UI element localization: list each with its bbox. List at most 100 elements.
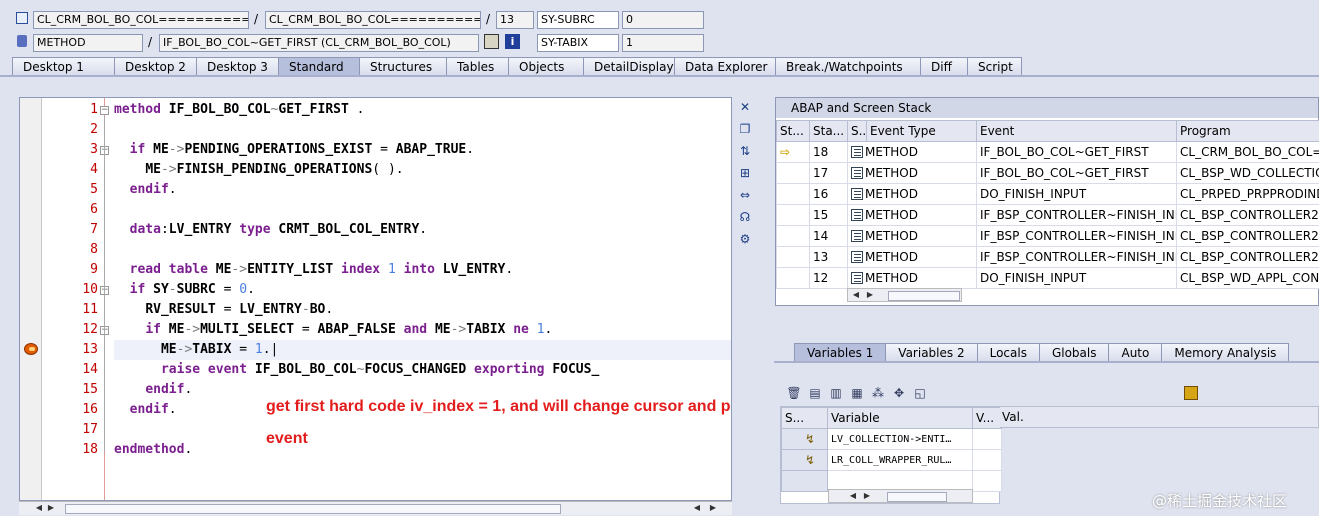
stack-level: 17 <box>809 162 848 184</box>
program-field[interactable]: CL_CRM_BOL_BO_COL============… <box>33 11 249 29</box>
scroll-left-icon[interactable]: ◀ <box>691 502 703 514</box>
insert-col-icon[interactable]: ▥ <box>828 385 844 401</box>
tab-globals[interactable]: Globals <box>1038 343 1110 362</box>
variables-table: S... Variable V... ↯ LV_COLLECTION->ENTI… <box>781 407 1002 492</box>
table-row[interactable]: 14 METHOD IF_BSP_CONTROLLER~FINISH_INP… … <box>776 225 1319 247</box>
table-row[interactable]: 17 METHOD IF_BOL_BO_COL~GET_FIRST CL_BSP… <box>776 162 1319 184</box>
tab-memory-analysis[interactable]: Memory Analysis <box>1161 343 1290 362</box>
delete-row-icon[interactable]: ▦ <box>849 385 865 401</box>
table-row[interactable]: 12 METHOD DO_FINISH_INPUT CL_BSP_WD_APPL… <box>776 267 1319 289</box>
scroll-right-icon[interactable]: ▶ <box>861 490 873 502</box>
scroll-right-icon[interactable]: ▶ <box>864 289 876 301</box>
watermark: @稀土掘金技术社区 <box>1152 492 1288 510</box>
source-editor[interactable]: 1 2 3 4 5 6 7 8 9 10 11 12 13 14 15 16 1… <box>19 97 732 501</box>
variable-name-field-2[interactable]: SY-TABIX <box>537 34 619 52</box>
maximize-icon[interactable]: ⊞ <box>737 165 753 181</box>
services-icon[interactable]: ☊ <box>737 209 753 225</box>
variable-name[interactable]: LV_COLLECTION->ENTI… <box>827 428 973 450</box>
tab-desktop-2[interactable]: Desktop 2 <box>114 57 197 76</box>
code-line: endif. <box>129 182 177 197</box>
code-line: RV_RESULT = LV_ENTRY-BO. <box>145 302 334 317</box>
variable-value-field-1[interactable]: 0 <box>622 11 704 29</box>
method-icon <box>851 272 863 284</box>
table-row[interactable]: 16 METHOD DO_FINISH_INPUT CL_PRPED_PRPPR… <box>776 183 1319 205</box>
stack-header-row: St... Sta... S.. Event Type Event Progra… <box>776 120 1319 142</box>
current-position-arrow-icon: ⇨ <box>780 145 791 159</box>
open-icon[interactable]: ◱ <box>912 385 928 401</box>
tab-breakpoints[interactable]: Break./Watchpoints <box>775 57 921 76</box>
variables-hscrollbar[interactable]: ◀ ▶ <box>828 489 973 503</box>
variable-value-field-2[interactable]: 1 <box>622 34 704 52</box>
scroll-right-icon[interactable]: ▶ <box>707 502 719 514</box>
tab-variables-1[interactable]: Variables 1 <box>794 343 887 362</box>
tab-locals[interactable]: Locals <box>976 343 1040 362</box>
tab-standard[interactable]: Standard <box>278 57 360 76</box>
table-row[interactable]: ↯ LV_COLLECTION->ENTI… <box>781 428 1002 450</box>
variable-type-icon: ↯ <box>805 453 816 467</box>
program-name: CL_BSP_CONTROLLER2= <box>1176 225 1319 247</box>
save-icon[interactable] <box>1184 386 1198 400</box>
scroll-thumb[interactable] <box>65 504 561 514</box>
tab-objects[interactable]: Objects <box>508 57 584 76</box>
resize-icon[interactable]: ⇔ <box>737 187 753 203</box>
scroll-right-icon[interactable]: ▶ <box>45 502 57 514</box>
navigate-icon[interactable]: ✥ <box>891 385 907 401</box>
tab-structures[interactable]: Structures <box>359 57 447 76</box>
close-icon[interactable]: ✕ <box>737 99 753 115</box>
scroll-left-icon[interactable]: ◀ <box>847 490 859 502</box>
tab-diff[interactable]: Diff <box>920 57 968 76</box>
column-header[interactable]: Sta... <box>809 120 848 142</box>
program-name: CL_BSP_WD_APPL_CON… <box>1176 267 1319 289</box>
column-header[interactable]: St... <box>776 120 810 142</box>
editor-hscrollbar[interactable]: ◀ ▶ ◀ ▶ <box>19 501 732 515</box>
display-source-icon[interactable] <box>484 34 499 49</box>
tab-desktop-1[interactable]: Desktop 1 <box>12 57 115 76</box>
table-row[interactable]: 13 METHOD IF_BSP_CONTROLLER~FINISH_INP… … <box>776 246 1319 268</box>
delete-icon[interactable]: 🗑 <box>786 385 802 401</box>
info-icon[interactable]: i <box>505 34 520 49</box>
line-field[interactable]: 13 <box>496 11 534 29</box>
variable-name-field-1[interactable]: SY-SUBRC <box>537 11 619 29</box>
event-type-field[interactable]: METHOD <box>33 34 143 52</box>
include-field[interactable]: CL_CRM_BOL_BO_COL============… <box>265 11 481 29</box>
column-header[interactable]: V... <box>972 407 1002 429</box>
new-tool-icon[interactable]: ❐ <box>737 121 753 137</box>
breakpoint-gutter[interactable] <box>20 98 42 500</box>
annotation-text: get first hard code iv_index = 1, and wi… <box>266 398 732 415</box>
tab-tables[interactable]: Tables <box>446 57 509 76</box>
stack-hscrollbar[interactable]: ◀ ▶ <box>847 288 962 302</box>
swap-tool-icon[interactable]: ⇅ <box>737 143 753 159</box>
table-row[interactable]: ↯ LR_COLL_WRAPPER_RUL… <box>781 449 1002 471</box>
fold-toggle-icon[interactable]: − <box>100 106 109 115</box>
table-row[interactable]: 15 METHOD IF_BSP_CONTROLLER~FINISH_INP… … <box>776 204 1319 226</box>
breakpoint-icon[interactable] <box>24 343 38 355</box>
program-name: CL_CRM_BOL_BO_COL=… <box>1176 141 1319 163</box>
variable-value[interactable] <box>972 449 1002 471</box>
column-header[interactable]: Event Type <box>866 120 977 142</box>
scroll-thumb[interactable] <box>887 492 947 502</box>
tab-desktop-3[interactable]: Desktop 3 <box>196 57 279 76</box>
method-field[interactable]: IF_BOL_BO_COL~GET_FIRST (CL_CRM_BOL_BO_C… <box>159 34 479 52</box>
variable-name[interactable]: LR_COLL_WRAPPER_RUL… <box>827 449 973 471</box>
column-header[interactable]: S... <box>781 407 828 429</box>
column-header[interactable]: S.. <box>847 120 867 142</box>
event-type: METHOD <box>865 166 918 180</box>
scroll-left-icon[interactable]: ◀ <box>33 502 45 514</box>
variable-value[interactable] <box>972 428 1002 450</box>
tab-variables-2[interactable]: Variables 2 <box>885 343 978 362</box>
insert-row-icon[interactable]: ▤ <box>807 385 823 401</box>
tab-data-explorer[interactable]: Data Explorer <box>674 57 776 76</box>
tree-icon[interactable]: ⁂ <box>870 385 886 401</box>
scroll-left-icon[interactable]: ◀ <box>850 289 862 301</box>
tab-auto[interactable]: Auto <box>1108 343 1163 362</box>
value-column-header[interactable]: Val. <box>1000 406 1319 428</box>
settings-icon[interactable]: ⚙ <box>737 231 753 247</box>
column-header[interactable]: Program <box>1176 120 1319 142</box>
table-row[interactable]: ⇨ 18 METHOD IF_BOL_BO_COL~GET_FIRST CL_C… <box>776 141 1319 163</box>
scroll-thumb[interactable] <box>888 291 960 301</box>
tab-script[interactable]: Script <box>967 57 1022 76</box>
tab-detaildisplay[interactable]: DetailDisplay <box>583 57 675 76</box>
column-header[interactable]: Event <box>976 120 1177 142</box>
column-header[interactable]: Variable <box>827 407 973 429</box>
